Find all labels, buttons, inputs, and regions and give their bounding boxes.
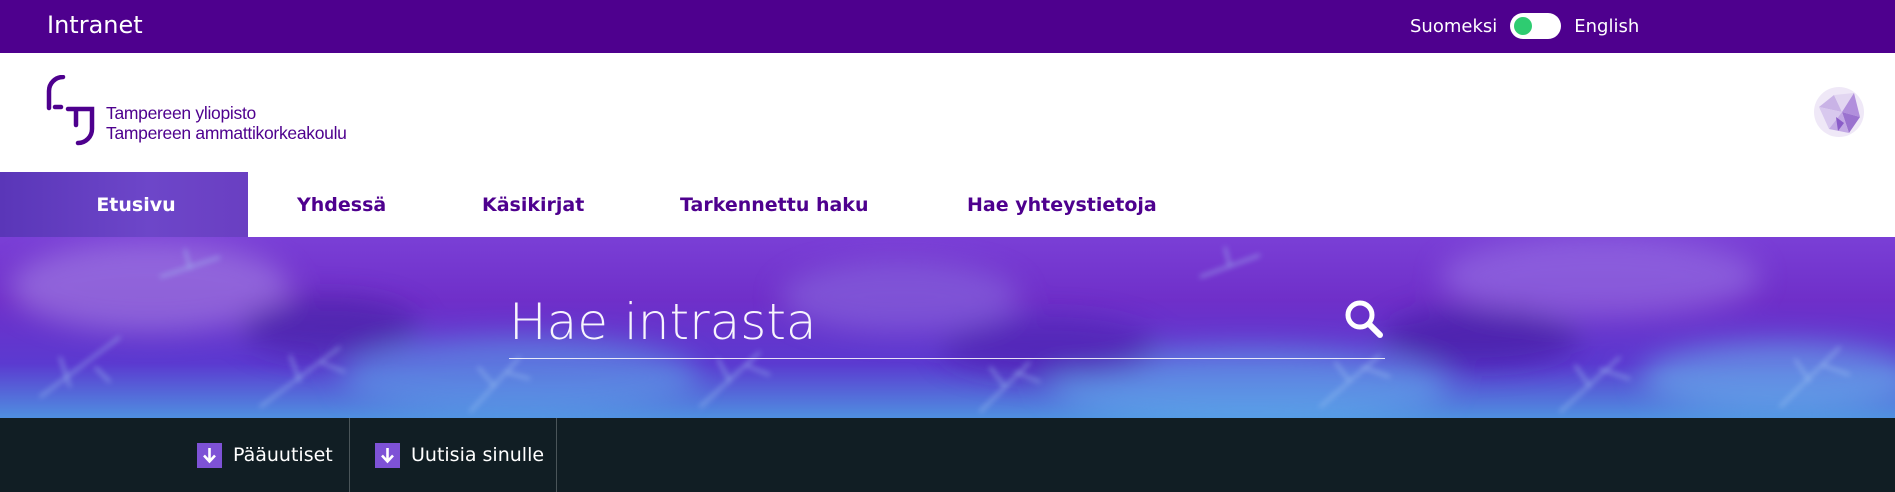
toggle-knob [1514,17,1533,35]
news-tab-bar: Pääuutiset Uutisia sinulle [0,418,1895,492]
tab-etusivu[interactable]: Etusivu [0,172,248,237]
tab-yhdessa[interactable]: Yhdessä [297,172,386,237]
divider [349,418,350,492]
tab-paauutiset[interactable]: Pääuutiset [197,418,333,492]
logo-text: Tampereen yliopisto Tampereen ammattikor… [106,103,347,143]
divider [556,418,557,492]
search-button[interactable] [1341,297,1387,343]
main-navigation: Etusivu Yhdessä Käsikirjat Tarkennettu h… [0,172,1895,237]
tab-hae-yhteystietoja[interactable]: Hae yhteystietoja [967,172,1157,237]
avatar-pattern-icon [1814,87,1864,137]
tab-uutisia-sinulle-label: Uutisia sinulle [411,444,545,466]
tab-paauutiset-label: Pääuutiset [233,444,333,466]
tab-kasikirjat[interactable]: Käsikirjat [482,172,584,237]
site-title[interactable]: Intranet [47,11,143,39]
header: Tampereen yliopisto Tampereen ammattikor… [0,53,1895,172]
search-bar [509,287,1385,359]
tab-uutisia-sinulle[interactable]: Uutisia sinulle [375,418,544,492]
university-logo[interactable]: Tampereen yliopisto Tampereen ammattikor… [45,75,375,147]
university-logo-mark-icon [46,75,95,146]
language-switcher: Suomeksi English [1410,13,1639,39]
logo-line-2: Tampereen ammattikorkeakoulu [106,123,347,143]
top-bar: Intranet Suomeksi English [0,0,1895,53]
search-input[interactable] [509,287,1309,357]
language-toggle[interactable] [1510,13,1562,39]
logo-line-1: Tampereen yliopisto [106,103,256,123]
arrow-down-icon [197,442,222,468]
tab-tarkennettu-haku[interactable]: Tarkennettu haku [680,172,868,237]
hero-banner [0,237,1895,418]
arrow-down-icon [375,442,400,468]
avatar[interactable] [1814,87,1864,137]
language-english-label[interactable]: English [1574,16,1639,37]
language-finnish-label[interactable]: Suomeksi [1410,16,1497,37]
search-icon [1345,300,1383,338]
